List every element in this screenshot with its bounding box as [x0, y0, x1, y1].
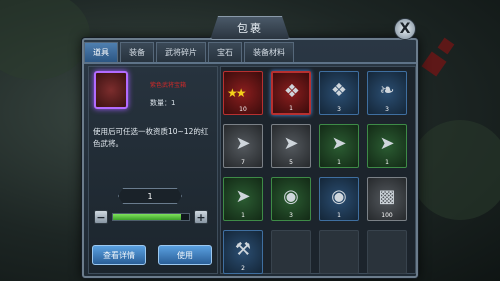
slot-count: 10: [239, 106, 247, 113]
inventory-slot[interactable]: ⚒ 2: [223, 230, 263, 274]
scroll-icon: ❧: [379, 79, 395, 101]
inventory-slot[interactable]: ❖ 1: [271, 71, 311, 115]
background-maple-leaf: [421, 51, 447, 77]
inventory-slot[interactable]: [319, 230, 359, 274]
inventory-slot[interactable]: ➤ 1: [367, 124, 407, 168]
quantity-fill: [113, 214, 182, 220]
inventory-slot[interactable]: ★★ 10: [223, 71, 263, 115]
stars-icon: ★★: [227, 86, 246, 100]
slot-count: 1: [241, 212, 245, 219]
inventory-slot[interactable]: ➤ 7: [223, 124, 263, 168]
tab-underline: [84, 62, 416, 64]
slot-count: 7: [241, 159, 245, 166]
selected-item-description: 使用后可任选一枚资质10~12的红色武将。: [93, 127, 209, 148]
tab-equipment-materials[interactable]: 装备材料: [244, 42, 294, 62]
tab-bar: 道具 装备 武将碎片 宝石 装备材料: [84, 42, 294, 62]
ore-icon: ▩: [378, 185, 396, 207]
dialog-title: 包裹: [237, 22, 263, 35]
arrow-icon: ➤: [379, 132, 395, 154]
inventory-slot[interactable]: ➤ 1: [223, 177, 263, 221]
arrow-icon: ➤: [235, 132, 251, 154]
inventory-grid: ★★ 10 ❖ 1 ❖ 3 ❧ 3 ➤ 7 ➤ 5 ➤ 1 ➤ 1 ➤ 1 ◉ 3 ◉ 1 ▩ 100 ⚒ 2: [223, 71, 407, 276]
arrow-icon: ➤: [283, 132, 299, 154]
quantity-field[interactable]: 1: [118, 188, 182, 204]
inventory-slot[interactable]: ▩ 100: [367, 177, 407, 221]
selected-item-count: 数量：1: [150, 99, 176, 107]
quantity-track[interactable]: [112, 213, 190, 221]
slot-count: 3: [289, 212, 293, 219]
gem-icon: ◉: [283, 185, 299, 207]
arrow-icon: ➤: [235, 185, 251, 207]
hammer-icon: ⚒: [234, 238, 252, 260]
background-maple-leaf: [437, 37, 455, 55]
gem-icon: ◉: [331, 185, 347, 207]
slot-count: 1: [289, 105, 293, 112]
slot-count: 2: [241, 265, 245, 272]
inventory-slot[interactable]: [271, 230, 311, 274]
slot-count: 1: [337, 212, 341, 219]
chest-icon: ❖: [283, 80, 301, 102]
slot-count: 3: [385, 106, 389, 113]
quantity-slider: − +: [94, 210, 208, 224]
background-tree: [0, 0, 90, 80]
inventory-slot[interactable]: ➤ 5: [271, 124, 311, 168]
use-button[interactable]: 使用: [158, 245, 212, 265]
arrow-icon: ➤: [331, 132, 347, 154]
dialog-title-plate: 包裹: [210, 16, 290, 40]
tab-gems[interactable]: 宝石: [208, 42, 242, 62]
inventory-slot[interactable]: ◉ 3: [271, 177, 311, 221]
chest-icon: ❖: [330, 79, 348, 101]
inventory-slot[interactable]: [367, 230, 407, 274]
tab-equipment[interactable]: 装备: [120, 42, 154, 62]
close-button[interactable]: X: [394, 18, 416, 40]
selected-item-icon: [94, 71, 128, 109]
slot-count: 100: [381, 212, 393, 219]
tab-general-fragments[interactable]: 武将碎片: [156, 42, 206, 62]
inventory-slot[interactable]: ❖ 3: [319, 71, 359, 115]
slot-count: 3: [337, 106, 341, 113]
quantity-plus-button[interactable]: +: [194, 210, 208, 224]
inventory-slot[interactable]: ❧ 3: [367, 71, 407, 115]
selected-item-name: 紫色武将宝箱: [150, 82, 187, 89]
view-details-button[interactable]: 查看详情: [92, 245, 146, 265]
background-tree: [410, 120, 500, 220]
inventory-slot[interactable]: ◉ 1: [319, 177, 359, 221]
slot-count: 5: [289, 159, 293, 166]
slot-count: 1: [337, 159, 341, 166]
slot-count: 1: [385, 159, 389, 166]
tab-items[interactable]: 道具: [84, 42, 118, 62]
quantity-minus-button[interactable]: −: [94, 210, 108, 224]
inventory-slot[interactable]: ➤ 1: [319, 124, 359, 168]
